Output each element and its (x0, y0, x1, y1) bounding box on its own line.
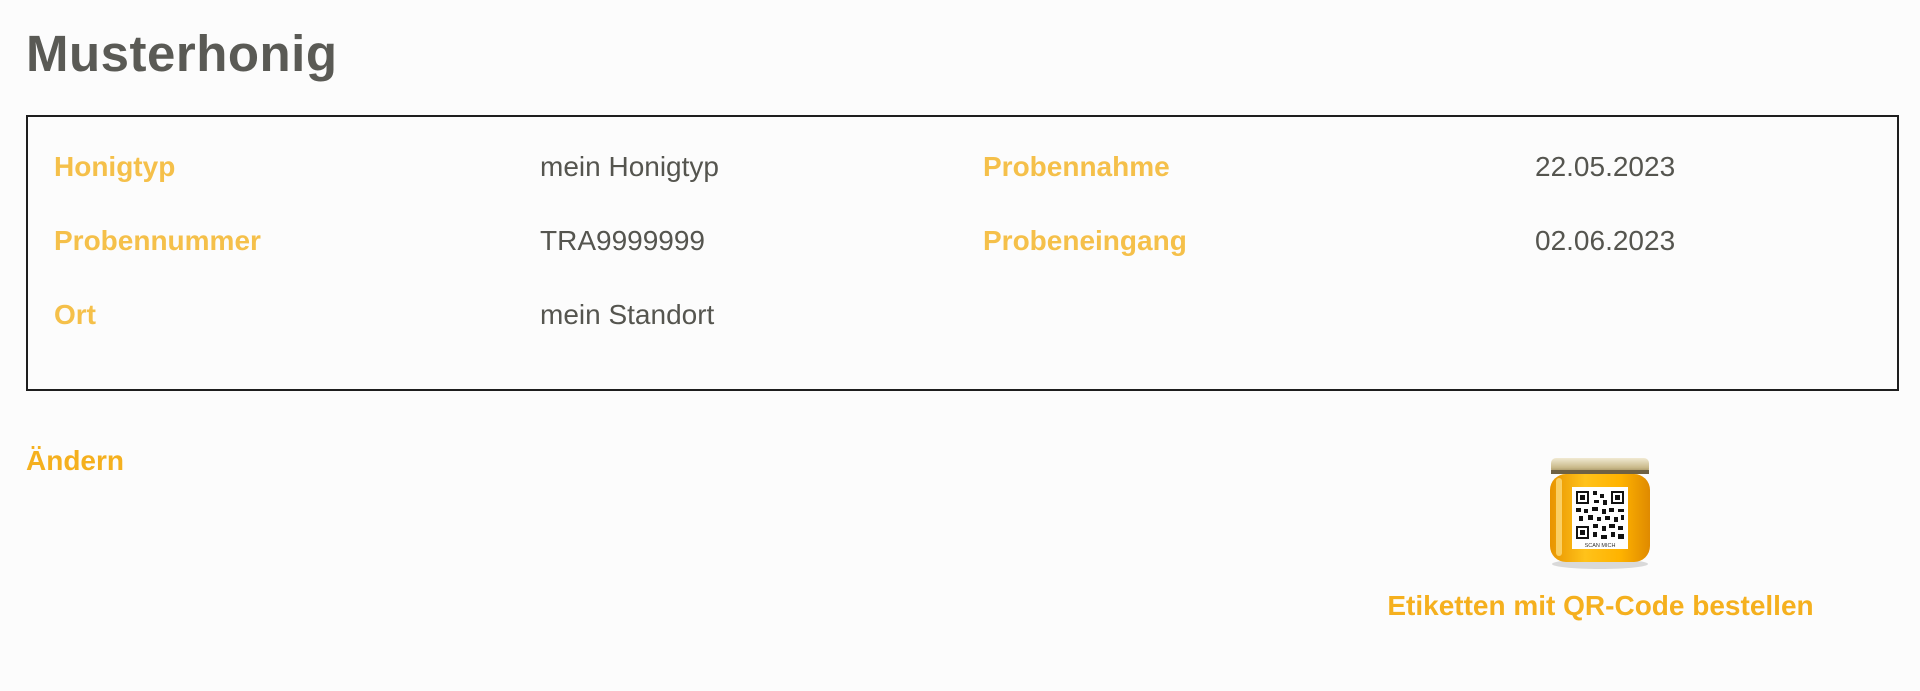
honigtyp-label: Honigtyp (54, 151, 176, 182)
ort-value: mein Standort (540, 299, 715, 330)
probeneingang-value: 02.06.2023 (1535, 225, 1676, 256)
probennummer-label: Probennummer (54, 225, 261, 256)
order-qr-labels-link[interactable]: Etiketten mit QR-Code bestellen (1368, 590, 1833, 622)
probeneingang-label: Probeneingang (983, 225, 1187, 256)
honey-jar-qr-image[interactable]: SCAN MICH (1545, 456, 1655, 570)
honigtyp-value: mein Honigtyp (540, 151, 719, 182)
jar-scan-label: SCAN MICH (1585, 543, 1616, 549)
page: Musterhonig Honigtyp mein Honigtyp Probe… (0, 0, 1920, 691)
probennahme-value: 22.05.2023 (1535, 151, 1676, 182)
sample-details-box: Honigtyp mein Honigtyp Probennahme 22.05… (26, 115, 1899, 391)
probennummer-value: TRA9999999 (540, 225, 706, 256)
edit-link[interactable]: Ändern (26, 445, 124, 477)
ort-label: Ort (54, 299, 96, 330)
page-title: Musterhonig (26, 25, 338, 82)
probennahme-label: Probennahme (983, 151, 1170, 182)
